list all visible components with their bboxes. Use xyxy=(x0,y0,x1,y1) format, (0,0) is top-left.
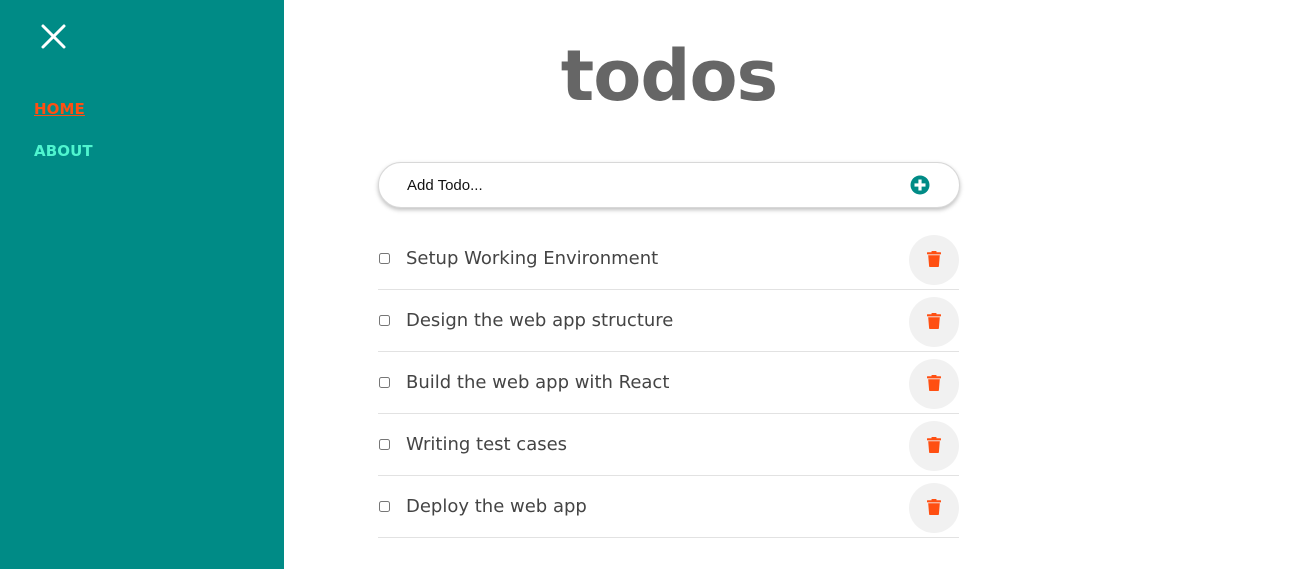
todo-checkbox[interactable] xyxy=(379,501,390,512)
page-title: todos xyxy=(560,35,778,117)
nav-link-about[interactable]: ABOUT xyxy=(34,142,93,160)
delete-todo-button[interactable] xyxy=(909,421,959,471)
close-icon xyxy=(41,24,66,49)
trash-icon xyxy=(927,313,941,329)
todo-checkbox[interactable] xyxy=(379,439,390,450)
todo-item: Deploy the web app xyxy=(378,476,959,538)
todo-text: Setup Working Environment xyxy=(406,248,659,269)
trash-icon xyxy=(927,251,941,267)
todo-text: Design the web app structure xyxy=(406,310,674,331)
todo-text: Writing test cases xyxy=(406,434,568,455)
close-menu-button[interactable] xyxy=(40,23,67,50)
todo-list: Setup Working Environment Design the web… xyxy=(378,228,959,538)
delete-todo-button[interactable] xyxy=(909,297,959,347)
add-todo-button[interactable] xyxy=(910,175,930,195)
todo-item: Build the web app with React xyxy=(378,352,959,414)
nav-link-home[interactable]: HOME xyxy=(34,100,85,118)
delete-todo-button[interactable] xyxy=(909,359,959,409)
todo-checkbox[interactable] xyxy=(379,253,390,264)
todo-checkbox[interactable] xyxy=(379,315,390,326)
todo-item: Writing test cases xyxy=(378,414,959,476)
todo-text: Deploy the web app xyxy=(406,496,587,517)
delete-todo-button[interactable] xyxy=(909,235,959,285)
trash-icon xyxy=(927,437,941,453)
todo-item: Setup Working Environment xyxy=(378,228,959,290)
todo-text: Build the web app with React xyxy=(406,372,670,393)
trash-icon xyxy=(927,375,941,391)
add-todo-form xyxy=(378,162,960,208)
todo-item: Design the web app structure xyxy=(378,290,959,352)
todo-checkbox[interactable] xyxy=(379,377,390,388)
sidebar: HOME ABOUT xyxy=(0,0,284,569)
add-todo-input[interactable] xyxy=(407,174,887,196)
delete-todo-button[interactable] xyxy=(909,483,959,533)
plus-circle-icon xyxy=(910,175,930,195)
trash-icon xyxy=(927,499,941,515)
